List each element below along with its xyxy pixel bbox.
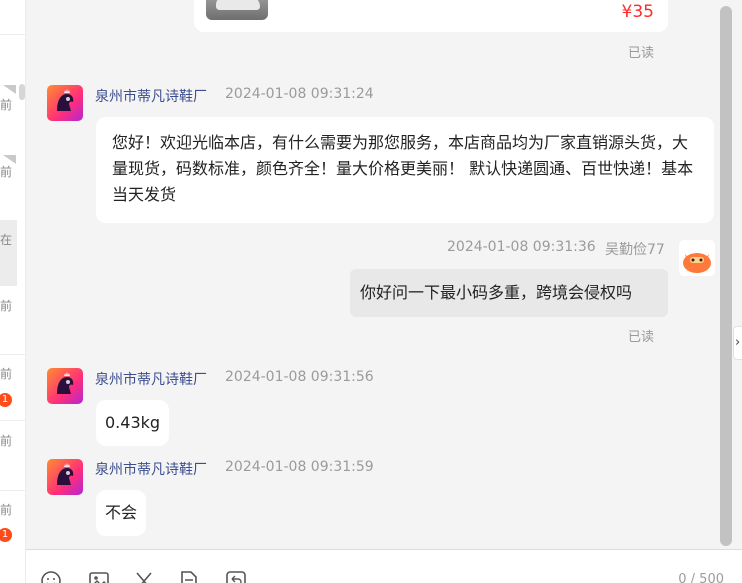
conversation-item-time[interactable]: 前 (0, 501, 12, 518)
conversation-item-time[interactable]: 前 (0, 297, 12, 314)
lion-logo-icon (57, 463, 74, 485)
message-timestamp: 2024-01-08 09:31:56 (225, 369, 374, 385)
conversation-item-time[interactable]: 前 (0, 432, 12, 449)
conversation-list-scrollbar[interactable] (19, 84, 25, 100)
message-bubble: 不会 (96, 490, 147, 536)
image-icon[interactable] (88, 570, 110, 583)
product-price: ¥35 (621, 2, 654, 22)
message-timestamp: 2024-01-08 09:31:24 (225, 86, 374, 102)
conversation-item-selected[interactable] (0, 220, 17, 286)
message-bubble-outgoing: 你好问一下最小码多重，跨境会侵权吗 (350, 269, 668, 317)
conversation-item-time[interactable]: 前 (0, 163, 12, 180)
emoji-icon[interactable] (40, 570, 62, 583)
conversation-list: 前 前 在 前 前 1 前 前 1 (0, 0, 26, 583)
message-bubble: 0.43kg (96, 400, 170, 446)
shop-avatar[interactable] (47, 85, 83, 121)
product-card[interactable]: ¥35 (194, 0, 668, 32)
conversation-tag-icon (3, 85, 16, 94)
lion-logo-icon (57, 89, 74, 111)
read-status: 已读 (628, 46, 655, 61)
history-icon[interactable] (225, 570, 247, 583)
product-thumbnail[interactable] (206, 0, 268, 20)
sender-name[interactable]: 泉州市蒂凡诗鞋厂 (95, 86, 207, 106)
divider (0, 420, 25, 421)
divider (0, 34, 25, 35)
unread-badge: 1 (0, 393, 12, 407)
my-name: 吴勤俭77 (605, 242, 665, 258)
scissors-icon[interactable] (133, 570, 155, 583)
shop-avatar[interactable] (47, 459, 83, 495)
side-panel-toggle[interactable]: › (733, 326, 742, 360)
chevron-right-icon: › (735, 335, 741, 350)
chat-message-pane: ¥35 已读 泉州市蒂凡诗鞋厂 2024-01-08 09:31:24 您好！欢… (26, 0, 718, 549)
conversation-item-time[interactable]: 前 (0, 96, 12, 113)
cartoon-avatar-icon (683, 253, 711, 273)
conversation-item-time[interactable]: 在 (0, 231, 12, 248)
chat-scrollbar[interactable] (720, 6, 732, 546)
message-timestamp: 2024-01-08 09:31:59 (225, 459, 374, 475)
shoe-image (216, 0, 260, 10)
message-timestamp: 2024-01-08 09:31:36 (447, 239, 596, 255)
conversation-item-time[interactable]: 前 (0, 365, 12, 382)
divider (0, 490, 25, 491)
character-counter: 0 / 500 (678, 572, 724, 583)
document-icon[interactable] (178, 570, 200, 583)
sender-name[interactable]: 泉州市蒂凡诗鞋厂 (95, 459, 207, 479)
user-avatar[interactable] (679, 240, 715, 276)
shop-avatar[interactable] (47, 368, 83, 404)
divider (0, 354, 25, 355)
sender-name[interactable]: 泉州市蒂凡诗鞋厂 (95, 369, 207, 389)
unread-badge: 1 (0, 528, 12, 542)
read-status: 已读 (628, 330, 655, 345)
message-bubble: 您好！欢迎光临本店，有什么需要为那您服务，本店商品均为厂家直销源头货，大量现货，… (96, 117, 714, 223)
input-toolbar: 0 / 500 (26, 549, 742, 583)
lion-logo-icon (57, 372, 74, 394)
